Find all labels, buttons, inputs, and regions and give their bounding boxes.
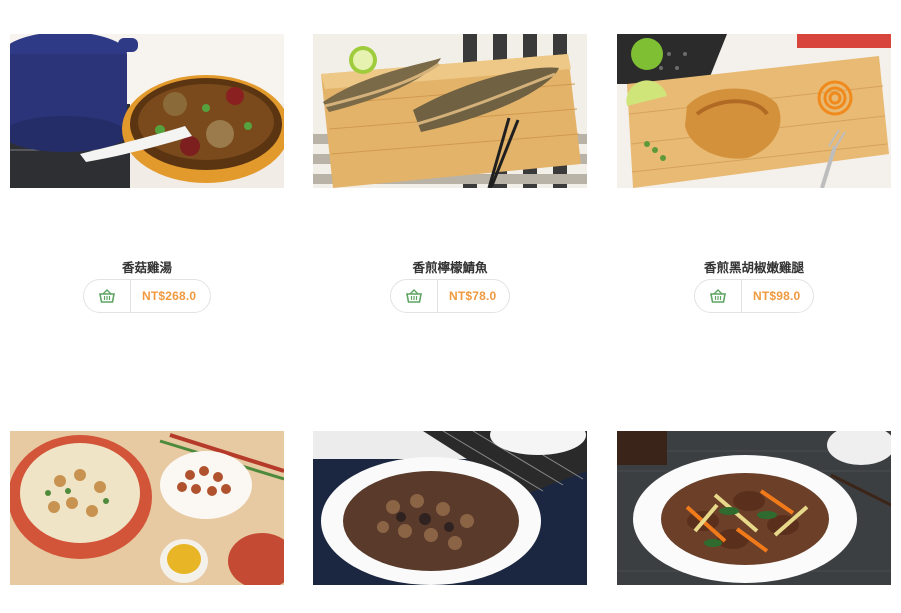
product-card: 香煎黑胡椒嫩雞腿 NT$98.0 [617,34,891,313]
product-image[interactable] [10,431,284,585]
product-price: NT$268.0 [142,289,197,303]
product-image[interactable] [10,34,284,188]
product-card: 香菇雞湯 NT$268.0 [10,34,284,313]
product-image[interactable] [617,34,891,188]
product-card [313,431,587,585]
shopping-basket-icon[interactable] [695,280,742,312]
product-name[interactable]: 香煎檸檬鯖魚 [313,259,587,277]
product-card [617,431,891,585]
product-grid: 香菇雞湯 NT$268.0 香煎檸檬鯖魚 NT$78.0 香煎黑胡椒嫩雞腿 NT… [0,0,901,613]
shopping-basket-icon[interactable] [84,280,131,312]
product-price: NT$98.0 [753,289,801,303]
product-price: NT$78.0 [449,289,497,303]
product-card [10,431,284,585]
shopping-basket-icon[interactable] [391,280,438,312]
add-to-cart-button[interactable]: NT$268.0 [83,279,211,313]
product-card: 香煎檸檬鯖魚 NT$78.0 [313,34,587,313]
product-name[interactable]: 香煎黑胡椒嫩雞腿 [617,259,891,277]
add-to-cart-button[interactable]: NT$78.0 [390,279,510,313]
add-to-cart-button[interactable]: NT$98.0 [694,279,814,313]
product-image[interactable] [313,34,587,188]
product-image[interactable] [617,431,891,585]
product-name[interactable]: 香菇雞湯 [10,259,284,277]
product-image[interactable] [313,431,587,585]
